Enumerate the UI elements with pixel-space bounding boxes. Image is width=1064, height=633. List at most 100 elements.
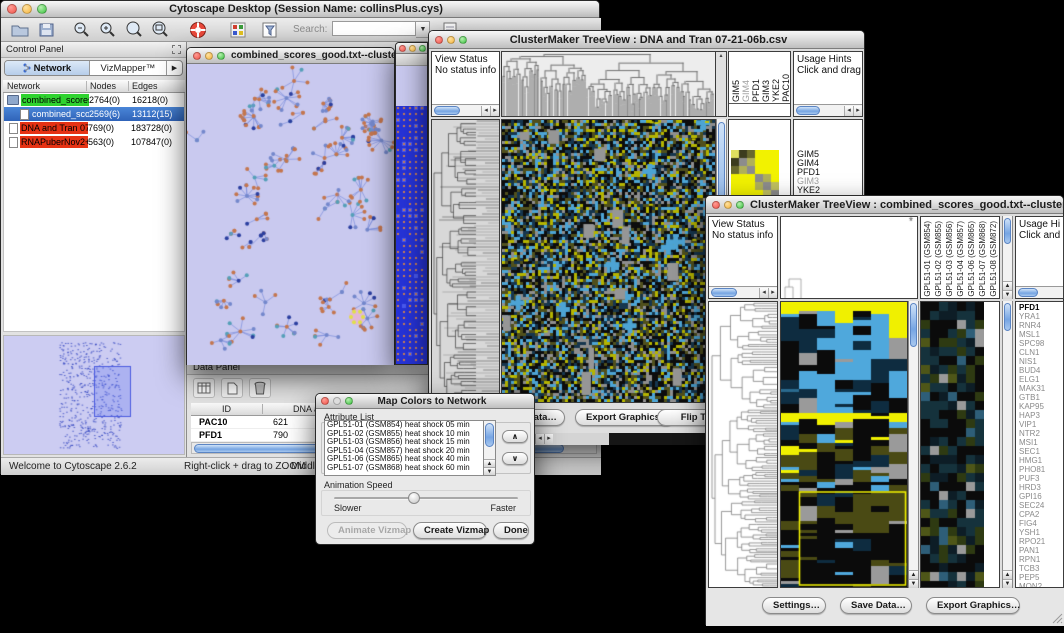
- gene-label[interactable]: SPC98: [1019, 339, 1045, 348]
- network-view-titlebar[interactable]: combined_scores_good.txt--cluste...: [187, 48, 394, 64]
- network-tree-row[interactable]: combined_sco2569(6)13112(15): [4, 107, 184, 121]
- tab-network[interactable]: Network: [5, 61, 90, 75]
- gene-label[interactable]: SEC24: [1019, 501, 1045, 510]
- search-input[interactable]: [332, 21, 416, 36]
- gene-label[interactable]: PEP5: [1019, 573, 1045, 582]
- zoom-button[interactable]: [736, 201, 744, 209]
- network-canvas[interactable]: [187, 64, 394, 365]
- scroll-left-icon[interactable]: ◂: [759, 288, 768, 298]
- scroll-right-icon[interactable]: ▸: [490, 106, 499, 116]
- scroll-down-icon[interactable]: ▼: [1003, 290, 1012, 299]
- gene-label[interactable]: MAK31: [1019, 384, 1045, 393]
- scroll-up-icon[interactable]: ▲: [1003, 281, 1012, 290]
- network-tree-row[interactable]: DNA and Tran 07769(0)183728(0): [4, 121, 184, 135]
- gene-label[interactable]: GTB1: [1019, 393, 1045, 402]
- treeview2-top-vscrollbar[interactable]: ▲▼: [1002, 216, 1013, 299]
- create-vizmap-button[interactable]: Create Vizmap: [413, 522, 487, 539]
- zoom-button[interactable]: [217, 52, 225, 60]
- move-up-button[interactable]: ∧: [502, 430, 528, 443]
- zoom-fit-icon[interactable]: [147, 19, 173, 41]
- gene-label[interactable]: CPA2: [1019, 510, 1045, 519]
- gene-label[interactable]: KAP95: [1019, 402, 1045, 411]
- search-combobox[interactable]: ▼: [332, 21, 430, 38]
- zoom-out-icon[interactable]: [69, 19, 95, 41]
- hscroll-thumb[interactable]: [796, 106, 820, 115]
- gene-label[interactable]: NTR2: [1019, 429, 1045, 438]
- gene-label[interactable]: YSH1: [1019, 528, 1045, 537]
- minimize-button[interactable]: [447, 36, 455, 44]
- select-attributes-icon[interactable]: [193, 378, 215, 398]
- gene-label[interactable]: PUF3: [1019, 474, 1045, 483]
- resize-grip[interactable]: [1051, 612, 1063, 624]
- gene-label[interactable]: NIS1: [1019, 357, 1045, 366]
- expression-heatmap-canvas[interactable]: [502, 120, 715, 402]
- scroll-right-icon[interactable]: ▸: [768, 288, 777, 298]
- hscroll-thumb[interactable]: [434, 106, 460, 115]
- animation-speed-slider-thumb[interactable]: [408, 492, 420, 504]
- treeview1-mini-scroll-strip[interactable]: ▴: [716, 51, 727, 117]
- gene-label[interactable]: PAN1: [1019, 546, 1045, 555]
- gene-label[interactable]: HAP3: [1019, 411, 1045, 420]
- scroll-left-icon[interactable]: ◂: [844, 106, 853, 116]
- tab-overflow-arrow[interactable]: ▶: [167, 61, 182, 75]
- treeview2-titlebar[interactable]: ClusterMaker TreeView : combined_scores_…: [706, 196, 1063, 214]
- scroll-left-icon[interactable]: ◂: [481, 106, 490, 116]
- row-dendrogram-canvas[interactable]: [709, 302, 777, 587]
- treeview1-titlebar[interactable]: ClusterMaker TreeView : DNA and Tran 07-…: [429, 31, 864, 49]
- zoom-button[interactable]: [345, 397, 353, 405]
- animation-speed-slider-track[interactable]: [334, 497, 518, 500]
- animate-vizmap-button[interactable]: Animate Vizmap: [327, 522, 407, 539]
- vscroll-thumb[interactable]: [910, 303, 917, 347]
- close-button[interactable]: [435, 36, 443, 44]
- close-button[interactable]: [399, 45, 406, 52]
- zoom-selected-icon[interactable]: [121, 19, 147, 41]
- vscroll-thumb[interactable]: [1004, 218, 1011, 244]
- gene-label[interactable]: YRA1: [1019, 312, 1045, 321]
- save-data-button[interactable]: Save Data…: [840, 597, 912, 614]
- attribute-listbox[interactable]: GPL51-01 (GSM854) heat shock 05 minGPL51…: [324, 420, 496, 476]
- vizmapper-icon[interactable]: [225, 19, 251, 41]
- treeview2-heatmap-vscrollbar[interactable]: ▲▼: [908, 301, 919, 588]
- view-status-hscrollbar[interactable]: ◂▸: [709, 286, 777, 298]
- close-button[interactable]: [7, 4, 17, 14]
- scroll-up-icon[interactable]: ▲: [1003, 570, 1012, 579]
- float-panel-icon[interactable]: [172, 45, 181, 54]
- settings-button[interactable]: Settings…: [762, 597, 826, 614]
- scroll-down-icon[interactable]: ▼: [909, 579, 918, 588]
- scroll-down-icon[interactable]: ▼: [484, 467, 495, 475]
- expression-heatmap-canvas[interactable]: [781, 302, 907, 588]
- gene-label[interactable]: BUD4: [1019, 366, 1045, 375]
- minimize-button[interactable]: [409, 45, 416, 52]
- gene-label[interactable]: CLN1: [1019, 348, 1045, 357]
- zoom-button[interactable]: [419, 45, 426, 52]
- row-dendrogram-canvas[interactable]: [432, 120, 499, 402]
- scroll-right-icon[interactable]: ▸: [544, 434, 553, 444]
- move-down-button[interactable]: ∨: [502, 452, 528, 465]
- close-button[interactable]: [193, 52, 201, 60]
- attribute-option[interactable]: GPL51-07 (GSM868) heat shock 60 min: [325, 464, 495, 473]
- column-dendrogram-canvas[interactable]: [781, 217, 917, 298]
- usage-hints-hscrollbar[interactable]: [1016, 286, 1063, 298]
- gene-label[interactable]: FIG4: [1019, 519, 1045, 528]
- correlation-matrix-canvas[interactable]: [731, 150, 779, 198]
- gene-label[interactable]: GPI16: [1019, 492, 1045, 501]
- gene-label[interactable]: HMG1: [1019, 456, 1045, 465]
- gene-label[interactable]: RPN1: [1019, 555, 1045, 564]
- help-ring-icon[interactable]: [185, 19, 211, 41]
- filter-icon[interactable]: [257, 19, 283, 41]
- gene-label[interactable]: SEC1: [1019, 447, 1045, 456]
- gene-label[interactable]: PFD1: [1019, 303, 1045, 312]
- new-attribute-icon[interactable]: [221, 378, 243, 398]
- network-tree-row[interactable]: combined_scores2764(0)16218(0): [4, 93, 184, 107]
- scroll-right-icon[interactable]: ▸: [853, 106, 862, 116]
- main-titlebar[interactable]: Cytoscape Desktop (Session Name: collins…: [1, 1, 599, 18]
- scroll-up-icon[interactable]: ▲: [909, 570, 918, 579]
- export-graphics-button[interactable]: Export Graphics…: [926, 597, 1020, 614]
- dialog-titlebar[interactable]: Map Colors to Network: [316, 394, 534, 409]
- done-button[interactable]: Done: [493, 522, 529, 539]
- zoom-button[interactable]: [459, 36, 467, 44]
- column-dendrogram-canvas[interactable]: [502, 52, 715, 116]
- minimize-button[interactable]: [22, 4, 32, 14]
- minimize-button[interactable]: [724, 201, 732, 209]
- vscroll-thumb[interactable]: [485, 423, 494, 447]
